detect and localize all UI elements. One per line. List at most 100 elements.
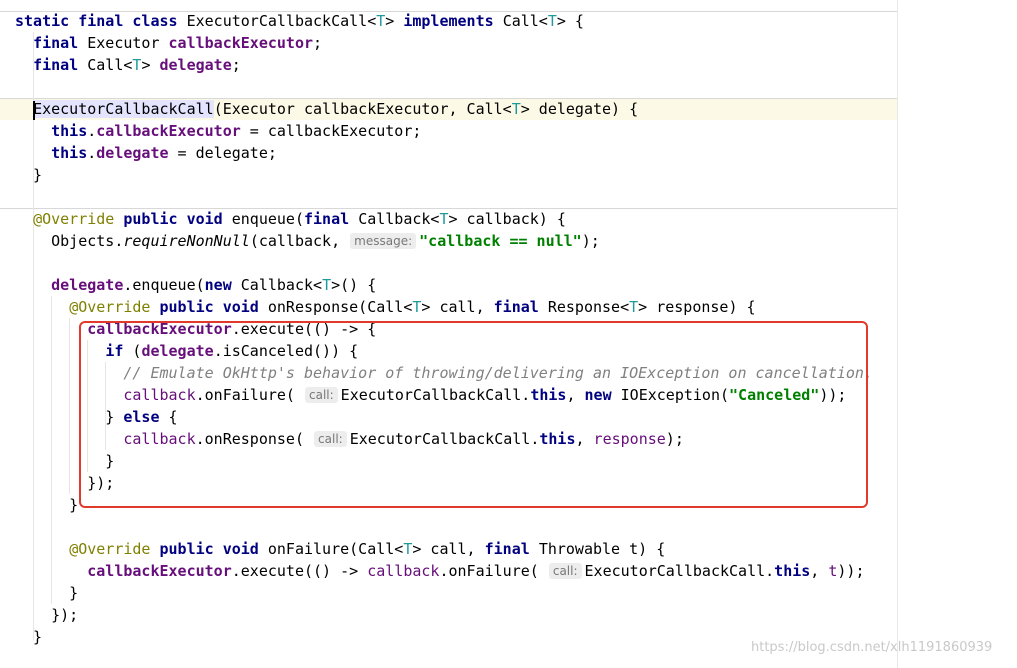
code-line[interactable]: this.callbackExecutor = callbackExecutor… [15, 120, 421, 142]
code-token: @Override [33, 210, 124, 228]
code-token: Callback< [358, 210, 440, 228]
code-token: ); [581, 232, 600, 250]
right-pane [898, 0, 1017, 668]
code-token: = delegate; [168, 144, 277, 162]
code-token: onResponse(Call< [267, 298, 413, 316]
code-token: @Override [69, 298, 160, 316]
code-token: Objects. [15, 232, 124, 250]
code-token: ExecutorCallbackCall [33, 100, 214, 118]
code-token: .onFailure( [439, 562, 548, 580]
code-token: , [810, 562, 829, 580]
code-token: } [15, 584, 79, 602]
highlight-annotation-box [79, 321, 868, 508]
parameter-hint: call: [548, 563, 582, 579]
code-line[interactable]: @Override public void enqueue(final Call… [15, 208, 566, 230]
code-token: this [51, 144, 88, 162]
code-token: callbackExecutor [87, 562, 232, 580]
code-token: . [87, 122, 97, 140]
code-token: public void [159, 298, 268, 316]
code-token: Call< [502, 12, 548, 30]
code-token: final [484, 540, 539, 558]
code-line[interactable]: @Override public void onResponse(Call< T>… [15, 296, 756, 318]
code-token: public void [159, 540, 268, 558]
code-line[interactable]: } [15, 494, 78, 516]
code-token: (Executor callbackExecutor, Call< [213, 100, 512, 118]
code-line[interactable]: } [15, 582, 78, 604]
code-token: > call, [412, 540, 485, 558]
code-token: } [15, 628, 43, 646]
code-token: > [385, 12, 404, 30]
code-token: Response< [547, 298, 630, 316]
code-token: callbackExecutor [168, 34, 314, 52]
code-line[interactable]: Objects.requireNonNull(callback, message… [15, 230, 600, 252]
code-editor[interactable]: static final class ExecutorCallbackCall<… [0, 0, 898, 668]
code-line[interactable]: final Executor callbackExecutor; [15, 32, 322, 54]
code-token: .enqueue( [123, 276, 205, 294]
code-token: enqueue( [231, 210, 304, 228]
code-token: ; [231, 56, 241, 74]
code-token: > delegate) { [520, 100, 639, 118]
code-token: Callback< [240, 276, 323, 294]
code-line[interactable]: @Override public void onFailure(Call<T> … [15, 538, 665, 560]
code-token: onFailure(Call< [267, 540, 404, 558]
code-token: )); [837, 562, 865, 580]
code-token: "callback == null" [419, 232, 582, 250]
code-token: > [141, 56, 160, 74]
code-token: Call< [87, 56, 133, 74]
code-token: this [51, 122, 88, 140]
code-token: T [511, 100, 521, 118]
code-line[interactable]: static final class ExecutorCallbackCall<… [15, 10, 584, 32]
code-token: ExecutorCallbackCall< [186, 12, 377, 30]
code-token: T [629, 298, 639, 316]
code-line[interactable]: }); [15, 604, 78, 626]
code-token: T [439, 210, 449, 228]
code-token: T [376, 12, 386, 30]
code-token: static final class [15, 12, 187, 30]
code-line[interactable]: final Call<T> delegate; [15, 54, 241, 76]
code-token: callback [367, 562, 440, 580]
watermark-text: https://blog.csdn.net/xlh1191860939 [751, 640, 993, 655]
code-token: (callback, [249, 232, 350, 250]
code-token: Throwable t) { [538, 540, 666, 558]
code-token: > response) { [638, 298, 756, 316]
code-token: .execute(() -> [231, 562, 368, 580]
code-token: requireNonNull [123, 232, 250, 250]
code-token: T [322, 276, 332, 294]
code-token: } [15, 496, 79, 514]
code-token: }); [15, 606, 79, 624]
code-line[interactable]: } [15, 626, 42, 648]
code-token: implements [403, 12, 503, 30]
code-token: final [33, 56, 88, 74]
code-token: >() { [331, 276, 377, 294]
code-token: final [493, 298, 548, 316]
code-token: > callback) { [448, 210, 566, 228]
code-token: = callbackExecutor; [240, 122, 422, 140]
code-token: . [87, 144, 97, 162]
code-token: final [33, 34, 88, 52]
code-token: @Override [69, 540, 160, 558]
parameter-hint: message: [350, 233, 417, 249]
code-token: > { [556, 12, 584, 30]
code-line[interactable]: this.delegate = delegate; [15, 142, 277, 164]
code-token: } [15, 166, 43, 184]
code-token: delegate [159, 56, 232, 74]
code-line[interactable]: delegate.enqueue(new Callback<T>() { [15, 274, 376, 296]
code-token: T [547, 12, 557, 30]
code-token: delegate [51, 276, 124, 294]
code-token: public void [123, 210, 232, 228]
code-line[interactable]: } [15, 164, 42, 186]
code-line[interactable]: callbackExecutor.execute(() -> callback.… [15, 560, 864, 582]
code-token: ; [313, 34, 323, 52]
code-token: ExecutorCallbackCall. [584, 562, 775, 580]
code-line[interactable]: ExecutorCallbackCall(Executor callbackEx… [15, 98, 638, 120]
code-token: new [204, 276, 241, 294]
code-token: callbackExecutor [96, 122, 241, 140]
